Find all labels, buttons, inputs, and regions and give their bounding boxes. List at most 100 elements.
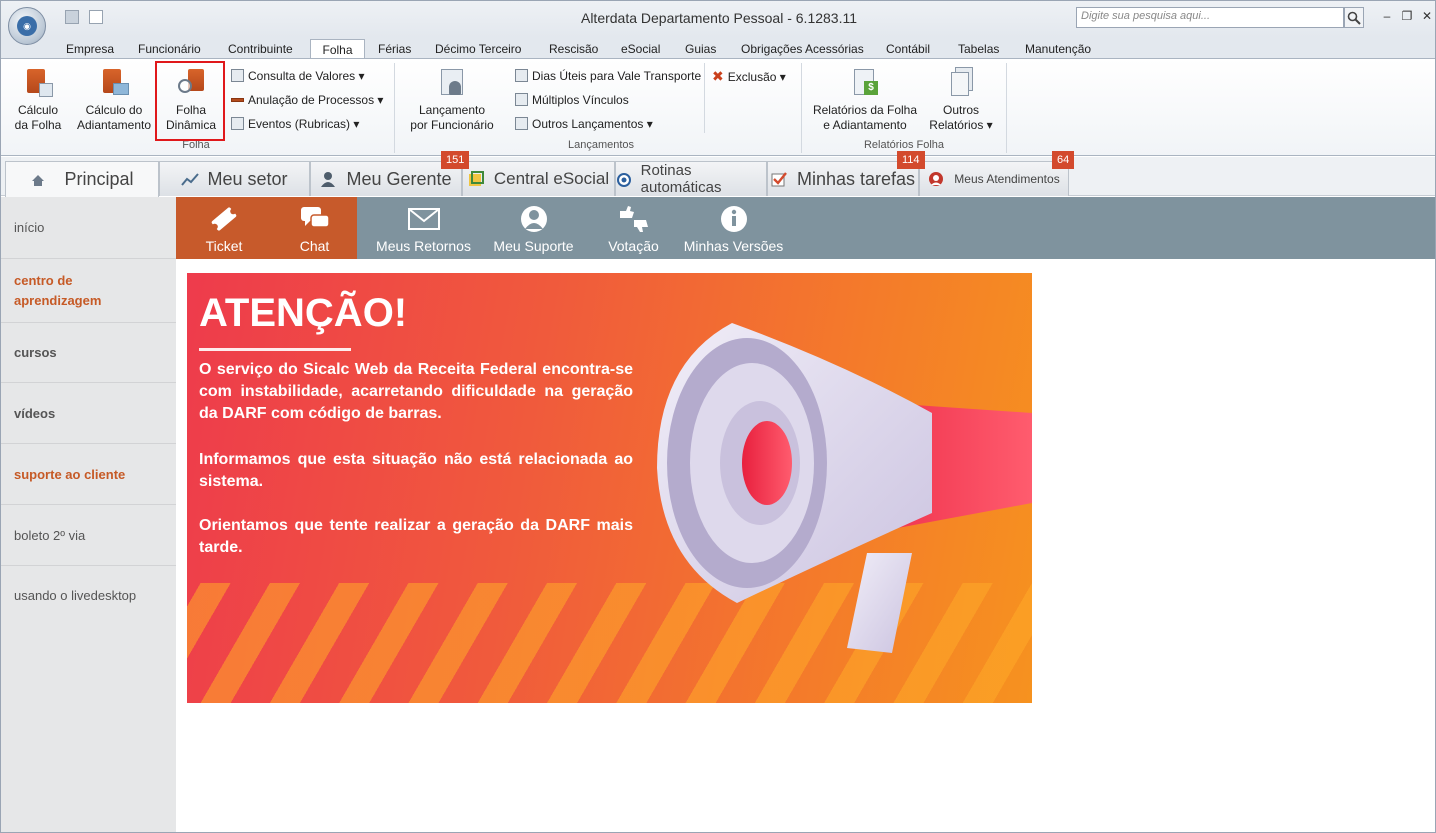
meus-retornos-label: Meus Retornos bbox=[376, 238, 471, 254]
tab-empresa[interactable]: Empresa bbox=[58, 39, 122, 59]
envelope-icon bbox=[407, 205, 440, 233]
tab-esocial[interactable]: eSocial bbox=[613, 39, 668, 59]
tab-meu-setor[interactable]: Meu setor bbox=[159, 161, 310, 196]
meu-suporte-button[interactable]: Meu Suporte bbox=[486, 197, 581, 259]
chat-icon bbox=[299, 205, 331, 233]
meu-gerente-badge: 151 bbox=[441, 151, 470, 169]
anulacao-processos-label: Anulação de Processos bbox=[248, 93, 375, 107]
ribbon-separator bbox=[394, 63, 395, 153]
chat-label: Chat bbox=[299, 238, 330, 254]
meus-retornos-button[interactable]: Meus Retornos bbox=[371, 197, 476, 259]
eventos-rubricas-button[interactable]: Eventos (Rubricas) ▾ bbox=[231, 115, 359, 133]
anulacao-processos-button[interactable]: Anulação de Processos ▾ bbox=[231, 91, 383, 109]
announcement-banner: ATENÇÃO! O serviço do Sicalc Web da Rece… bbox=[187, 273, 1032, 703]
outros-relatorios-button[interactable]: Outros Relatórios ▾ bbox=[925, 67, 997, 133]
tab-meu-gerente[interactable]: Meu Gerente bbox=[310, 161, 462, 196]
search-icon bbox=[1347, 11, 1361, 25]
calculo-folha-button[interactable]: Cálculo da Folha bbox=[9, 67, 67, 133]
tab-principal[interactable]: Principal bbox=[5, 161, 159, 197]
table-icon bbox=[515, 117, 528, 130]
megaphone-icon bbox=[657, 323, 1032, 653]
calculo-adiantamento-button[interactable]: Cálculo do Adiantamento bbox=[73, 67, 155, 133]
tab-contabil[interactable]: Contábil bbox=[878, 39, 938, 59]
search-button[interactable] bbox=[1344, 7, 1364, 28]
minimize-icon[interactable]: – bbox=[1379, 9, 1395, 23]
relatorios-folha-button[interactable]: $ Relatórios da Folha e Adiantamento bbox=[809, 67, 921, 133]
nav-suporte-cliente[interactable]: suporte ao cliente bbox=[1, 444, 176, 505]
lancamentos-group-label: Lançamentos bbox=[567, 139, 635, 151]
application-menu-button[interactable]: ◉ bbox=[8, 7, 46, 45]
clock-gear-icon bbox=[616, 171, 633, 187]
nav-videos[interactable]: vídeos bbox=[1, 383, 176, 444]
tab-guias[interactable]: Guias bbox=[677, 39, 724, 59]
user-circle-icon bbox=[518, 205, 550, 233]
tab-meu-setor-label: Meu setor bbox=[207, 168, 288, 189]
search-input[interactable]: Digite sua pesquisa aqui... bbox=[1076, 7, 1344, 28]
banner-divider bbox=[199, 348, 351, 351]
eraser-icon bbox=[231, 98, 244, 102]
tab-minhas-tarefas-label: Minhas tarefas bbox=[796, 168, 916, 189]
ribbon-separator bbox=[801, 63, 802, 153]
outros-relatorios-label-1: Outros bbox=[942, 103, 979, 117]
tab-contribuinte[interactable]: Contribuinte bbox=[220, 39, 301, 59]
list-icon bbox=[231, 117, 244, 130]
document-search-icon bbox=[231, 69, 244, 82]
meus-atendimentos-badge: 64 bbox=[1052, 151, 1075, 169]
consulta-valores-button[interactable]: Consulta de Valores ▾ bbox=[231, 67, 365, 85]
tab-folha[interactable]: Folha bbox=[310, 39, 365, 60]
relatorios-group-label: Relatórios Folha bbox=[863, 139, 945, 151]
calculo-adiantamento-label-2: Adiantamento bbox=[76, 118, 152, 132]
votacao-button[interactable]: Votação bbox=[596, 197, 671, 259]
tab-principal-label: Principal bbox=[64, 169, 134, 189]
lancamento-funcionario-label-2: por Funcionário bbox=[410, 118, 494, 132]
support-icon-bar: Ticket Chat Meus Retornos Meu Suporte Vo… bbox=[176, 197, 1435, 259]
lancamento-funcionario-button[interactable]: Lançamento por Funcionário bbox=[406, 67, 498, 133]
dias-uteis-label: Dias Úteis para Vale Transporte bbox=[532, 69, 702, 83]
meu-suporte-label: Meu Suporte bbox=[493, 238, 574, 254]
outros-lancamentos-button[interactable]: Outros Lançamentos ▾ bbox=[515, 115, 653, 133]
dias-uteis-button[interactable]: Dias Úteis para Vale Transporte bbox=[515, 67, 701, 85]
info-icon bbox=[718, 205, 750, 233]
banner-paragraph-2: Informamos que esta situação não está re… bbox=[199, 451, 633, 490]
chat-button[interactable]: Chat bbox=[272, 197, 357, 259]
chart-trend-icon bbox=[181, 171, 200, 187]
calculo-adiantamento-label-1: Cálculo do bbox=[85, 103, 143, 117]
nav-centro-aprendizagem[interactable]: centro de aprendizagem bbox=[1, 259, 176, 323]
tab-rotinas-automaticas[interactable]: Rotinas automáticas bbox=[615, 161, 767, 196]
tab-decimo-terceiro[interactable]: Décimo Terceiro bbox=[427, 39, 529, 59]
restore-icon[interactable]: ❐ bbox=[1399, 9, 1415, 23]
minhas-versoes-button[interactable]: Minhas Versões bbox=[681, 197, 786, 259]
relatorios-folha-label-1: Relatórios da Folha bbox=[812, 103, 918, 117]
nav-usando-livedesktop[interactable]: usando o livedesktop bbox=[1, 566, 176, 624]
votacao-label: Votação bbox=[608, 238, 659, 254]
documents-icon bbox=[946, 67, 976, 99]
ribbon-separator bbox=[704, 63, 705, 133]
tab-central-esocial[interactable]: Central eSocial bbox=[462, 161, 615, 196]
nav-inicio[interactable]: início bbox=[1, 197, 176, 259]
exclusao-button[interactable]: ✖ Exclusão ▾ bbox=[712, 67, 786, 85]
ribbon-tab-row: Empresa Funcionário Contribuinte Folha F… bbox=[1, 37, 1435, 60]
calculo-folha-label-1: Cálculo bbox=[17, 103, 59, 117]
multiplos-vinculos-button[interactable]: Múltiplos Vínculos bbox=[515, 91, 629, 109]
tab-tabelas[interactable]: Tabelas bbox=[950, 39, 1007, 59]
ticket-label: Ticket bbox=[205, 238, 243, 254]
tab-funcionario[interactable]: Funcionário bbox=[130, 39, 209, 59]
tab-ferias[interactable]: Férias bbox=[370, 39, 419, 59]
banner-paragraph-1: O serviço do Sicalc Web da Receita Feder… bbox=[199, 361, 633, 422]
nav-cursos[interactable]: cursos bbox=[1, 323, 176, 383]
eventos-rubricas-label: Eventos (Rubricas) bbox=[248, 117, 351, 131]
tab-meus-atendimentos[interactable]: Meus Atendimentos bbox=[919, 161, 1069, 196]
tab-manutencao[interactable]: Manutenção bbox=[1017, 39, 1099, 59]
tab-meu-gerente-label: Meu Gerente bbox=[346, 168, 452, 189]
minhas-tarefas-badge: 114 bbox=[897, 151, 925, 169]
close-icon[interactable]: ✕ bbox=[1419, 9, 1435, 23]
tab-obrigacoes-acessorias[interactable]: Obrigações Acessórias bbox=[733, 39, 872, 59]
nav-boleto[interactable]: boleto 2º via bbox=[1, 505, 176, 566]
thumbs-up-down-icon bbox=[618, 205, 650, 233]
checkbox-icon bbox=[771, 171, 789, 187]
ticket-button[interactable]: Ticket bbox=[176, 197, 272, 259]
relatorios-folha-label-2: e Adiantamento bbox=[823, 118, 907, 132]
calendar-icon bbox=[515, 69, 528, 82]
tab-rescisao[interactable]: Rescisão bbox=[541, 39, 606, 59]
tab-meus-atendimentos-label: Meus Atendimentos bbox=[954, 172, 1060, 186]
